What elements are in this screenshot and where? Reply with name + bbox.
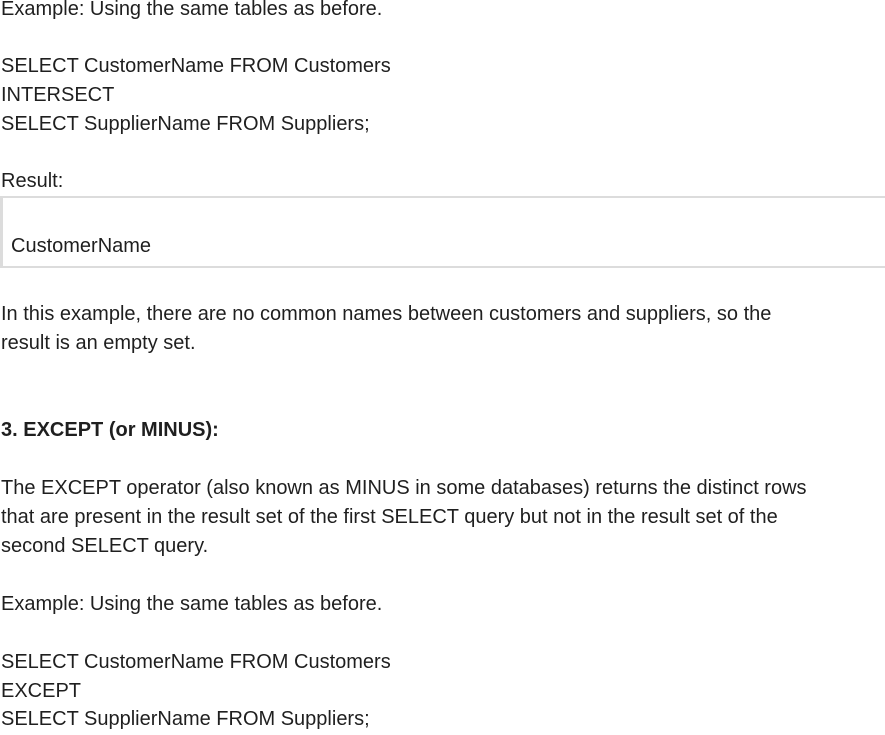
description-text-line: second SELECT query. <box>1 535 209 557</box>
result-table: CustomerName <box>0 196 885 268</box>
sql-query-line: INTERSECT <box>1 84 115 106</box>
sql-query-line: SELECT CustomerName FROM Customers <box>1 55 391 77</box>
result-label: Result: <box>1 170 64 192</box>
example-intro-text: Example: Using the same tables as before… <box>1 593 383 615</box>
section-heading: 3. EXCEPT (or MINUS): <box>1 419 219 441</box>
description-text-line: The EXCEPT operator (also known as MINUS… <box>1 477 807 499</box>
result-table-header-cell: CustomerName <box>11 235 152 257</box>
explanation-text-line: result is an empty set. <box>1 332 196 354</box>
explanation-text-line: In this example, there are no common nam… <box>1 303 772 325</box>
example-intro-text: Example: Using the same tables as before… <box>1 0 383 20</box>
sql-query-line: SELECT SupplierName FROM Suppliers; <box>1 113 370 135</box>
description-text-line: that are present in the result set of th… <box>1 506 778 528</box>
sql-query-line: SELECT CustomerName FROM Customers <box>1 651 391 673</box>
sql-query-line: EXCEPT <box>1 680 82 702</box>
sql-query-line: SELECT SupplierName FROM Suppliers; <box>1 708 370 730</box>
